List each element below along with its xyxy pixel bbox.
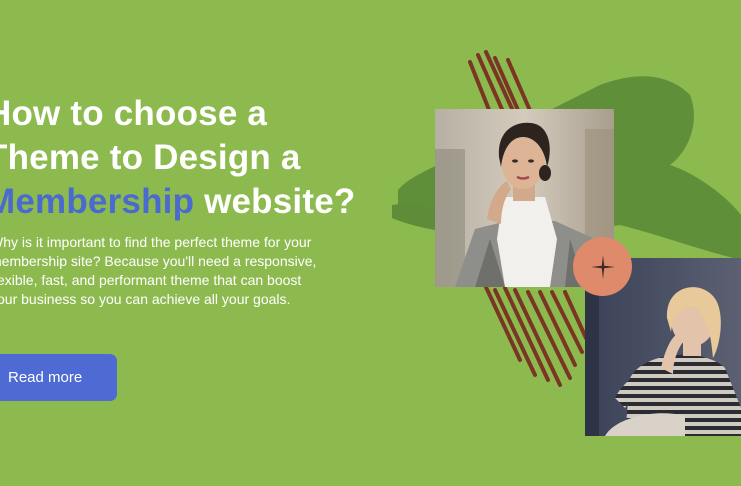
page-title: How to choose a Theme to Design a Member…: [0, 92, 355, 224]
title-line-3: Membership website?: [0, 180, 355, 224]
intro-line-3: flexible, fast, and performant theme tha…: [0, 272, 302, 288]
title-line-3-rest: website?: [194, 182, 356, 221]
read-more-button[interactable]: Read more: [0, 354, 117, 401]
title-accent-word: Membership: [0, 182, 195, 221]
hero-banner: How to choose a Theme to Design a Member…: [0, 0, 741, 486]
title-line-1: How to choose a: [0, 94, 268, 133]
intro-line-2: membership site? Because you'll need a r…: [0, 253, 317, 269]
intro-line-1: Why is it important to find the perfect …: [0, 234, 312, 250]
intro-line-4: your business so you can achieve all you…: [0, 291, 291, 307]
intro-paragraph: Why is it important to find the perfect …: [0, 233, 380, 309]
sparkle-icon: [590, 254, 615, 279]
title-line-2: Theme to Design a: [0, 138, 301, 177]
sparkle-badge: [573, 237, 632, 296]
